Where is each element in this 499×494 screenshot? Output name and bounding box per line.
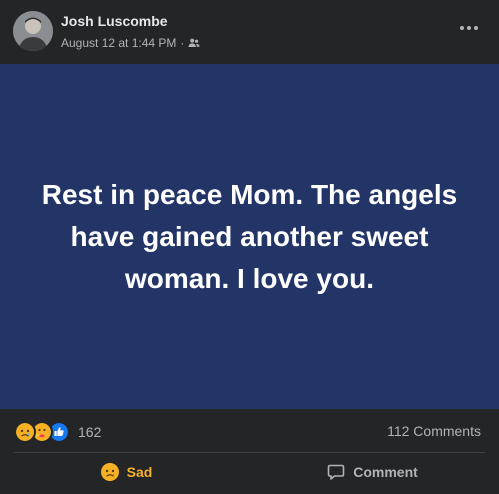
reactions-summary[interactable]: 162	[14, 421, 101, 443]
sad-icon	[14, 421, 36, 443]
comment-button-label: Comment	[353, 464, 418, 480]
post-text: Rest in peace Mom. The angels have gaine…	[41, 178, 458, 294]
post-background: Rest in peace Mom. The angels have gaine…	[0, 64, 499, 409]
more-options-button[interactable]	[451, 14, 487, 42]
comment-icon	[327, 464, 345, 480]
author-name[interactable]: Josh Luscombe	[61, 13, 168, 29]
post-meta: August 12 at 1:44 PM ·	[61, 36, 201, 50]
post-stats: 162 112 Comments	[0, 409, 499, 452]
post-card: Josh Luscombe August 12 at 1:44 PM · Res	[0, 0, 499, 494]
friends-icon[interactable]	[188, 37, 201, 49]
post-header: Josh Luscombe August 12 at 1:44 PM ·	[0, 0, 499, 64]
post-timestamp[interactable]: August 12 at 1:44 PM	[61, 36, 176, 50]
reaction-count: 162	[78, 424, 102, 440]
sad-icon	[100, 463, 119, 481]
meta-separator: ·	[180, 36, 185, 50]
comments-count-link[interactable]: 112 Comments	[387, 423, 481, 439]
author-avatar[interactable]	[13, 11, 53, 51]
sad-button-label: Sad	[126, 464, 153, 480]
more-icon	[460, 26, 478, 30]
comment-button[interactable]: Comment	[250, 454, 495, 490]
post-actions: Sad Comment	[0, 453, 499, 494]
sad-reaction-button[interactable]: Sad	[4, 454, 249, 490]
